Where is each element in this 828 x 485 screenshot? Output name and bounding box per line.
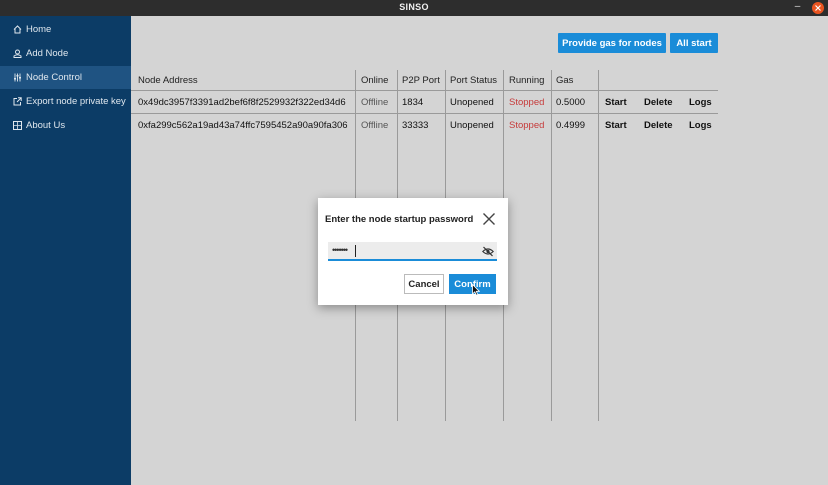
password-input[interactable]: ••••••• — [328, 242, 497, 261]
text-caret — [355, 245, 356, 257]
delete-button[interactable]: Delete — [644, 97, 673, 108]
sidebar-item-node-control[interactable]: Node Control — [0, 66, 131, 89]
close-icon — [815, 5, 821, 11]
sidebar-item-label: Home — [26, 24, 52, 35]
sidebar-item-home[interactable]: Home — [0, 18, 131, 41]
window-title: SINSO — [399, 2, 429, 12]
cancel-button[interactable]: Cancel — [404, 274, 444, 294]
gas-value: 0.4999 — [556, 120, 586, 131]
mouse-cursor-icon — [472, 284, 480, 296]
col-header-running: Running — [509, 75, 545, 86]
sidebar-item-about-us[interactable]: About Us — [0, 114, 131, 137]
dialog-close-button[interactable] — [482, 212, 496, 226]
col-header-gas: Gas — [556, 75, 574, 86]
delete-button[interactable]: Delete — [644, 120, 673, 131]
node-address: 0xfa299c562a19ad43a74ffc7595452a90a90fa3… — [138, 120, 348, 131]
col-header-port-status: Port Status — [450, 75, 497, 86]
sidebar-item-label: Add Node — [26, 48, 69, 59]
close-window-button[interactable] — [812, 2, 824, 14]
home-icon — [13, 25, 22, 34]
start-button[interactable]: Start — [605, 97, 627, 108]
provide-gas-button[interactable]: Provide gas for nodes — [558, 33, 666, 53]
port-status: Unopened — [450, 120, 494, 131]
p2p-port: 33333 — [402, 120, 429, 131]
gas-value: 0.5000 — [556, 97, 586, 108]
eye-slash-icon[interactable] — [482, 246, 494, 257]
all-start-button[interactable]: All start — [670, 33, 718, 53]
port-status: Unopened — [450, 97, 494, 108]
sidebar: Home Add Node Node Control Export node p… — [0, 16, 131, 485]
close-icon — [483, 213, 495, 225]
online-status: Offline — [361, 97, 389, 108]
user-add-icon — [13, 49, 22, 58]
col-header-online: Online — [361, 75, 389, 86]
node-address: 0x49dc3957f3391ad2bef6f8f2529932f322ed34… — [138, 97, 346, 108]
sidebar-item-label: Export node private key — [26, 96, 126, 107]
col-header-address: Node Address — [138, 75, 198, 86]
logs-button[interactable]: Logs — [689, 120, 712, 131]
minimize-button[interactable]: – — [791, 1, 804, 14]
window-titlebar: SINSO – — [0, 0, 828, 16]
info-icon — [13, 121, 22, 130]
sidebar-item-label: Node Control — [26, 72, 82, 83]
sidebar-item-label: About Us — [26, 120, 66, 131]
start-button[interactable]: Start — [605, 120, 627, 131]
logs-button[interactable]: Logs — [689, 97, 712, 108]
export-icon — [13, 97, 22, 106]
sliders-icon — [13, 73, 22, 82]
sidebar-item-export-key[interactable]: Export node private key — [0, 90, 131, 113]
sidebar-item-add-node[interactable]: Add Node — [0, 42, 131, 65]
online-status: Offline — [361, 120, 389, 131]
p2p-port: 1834 — [402, 97, 424, 108]
col-header-port: P2P Port — [402, 75, 440, 86]
password-value: ••••••• — [332, 245, 348, 255]
running-status: Stopped — [509, 97, 545, 108]
running-status: Stopped — [509, 120, 545, 131]
dialog-title: Enter the node startup password — [325, 214, 474, 225]
